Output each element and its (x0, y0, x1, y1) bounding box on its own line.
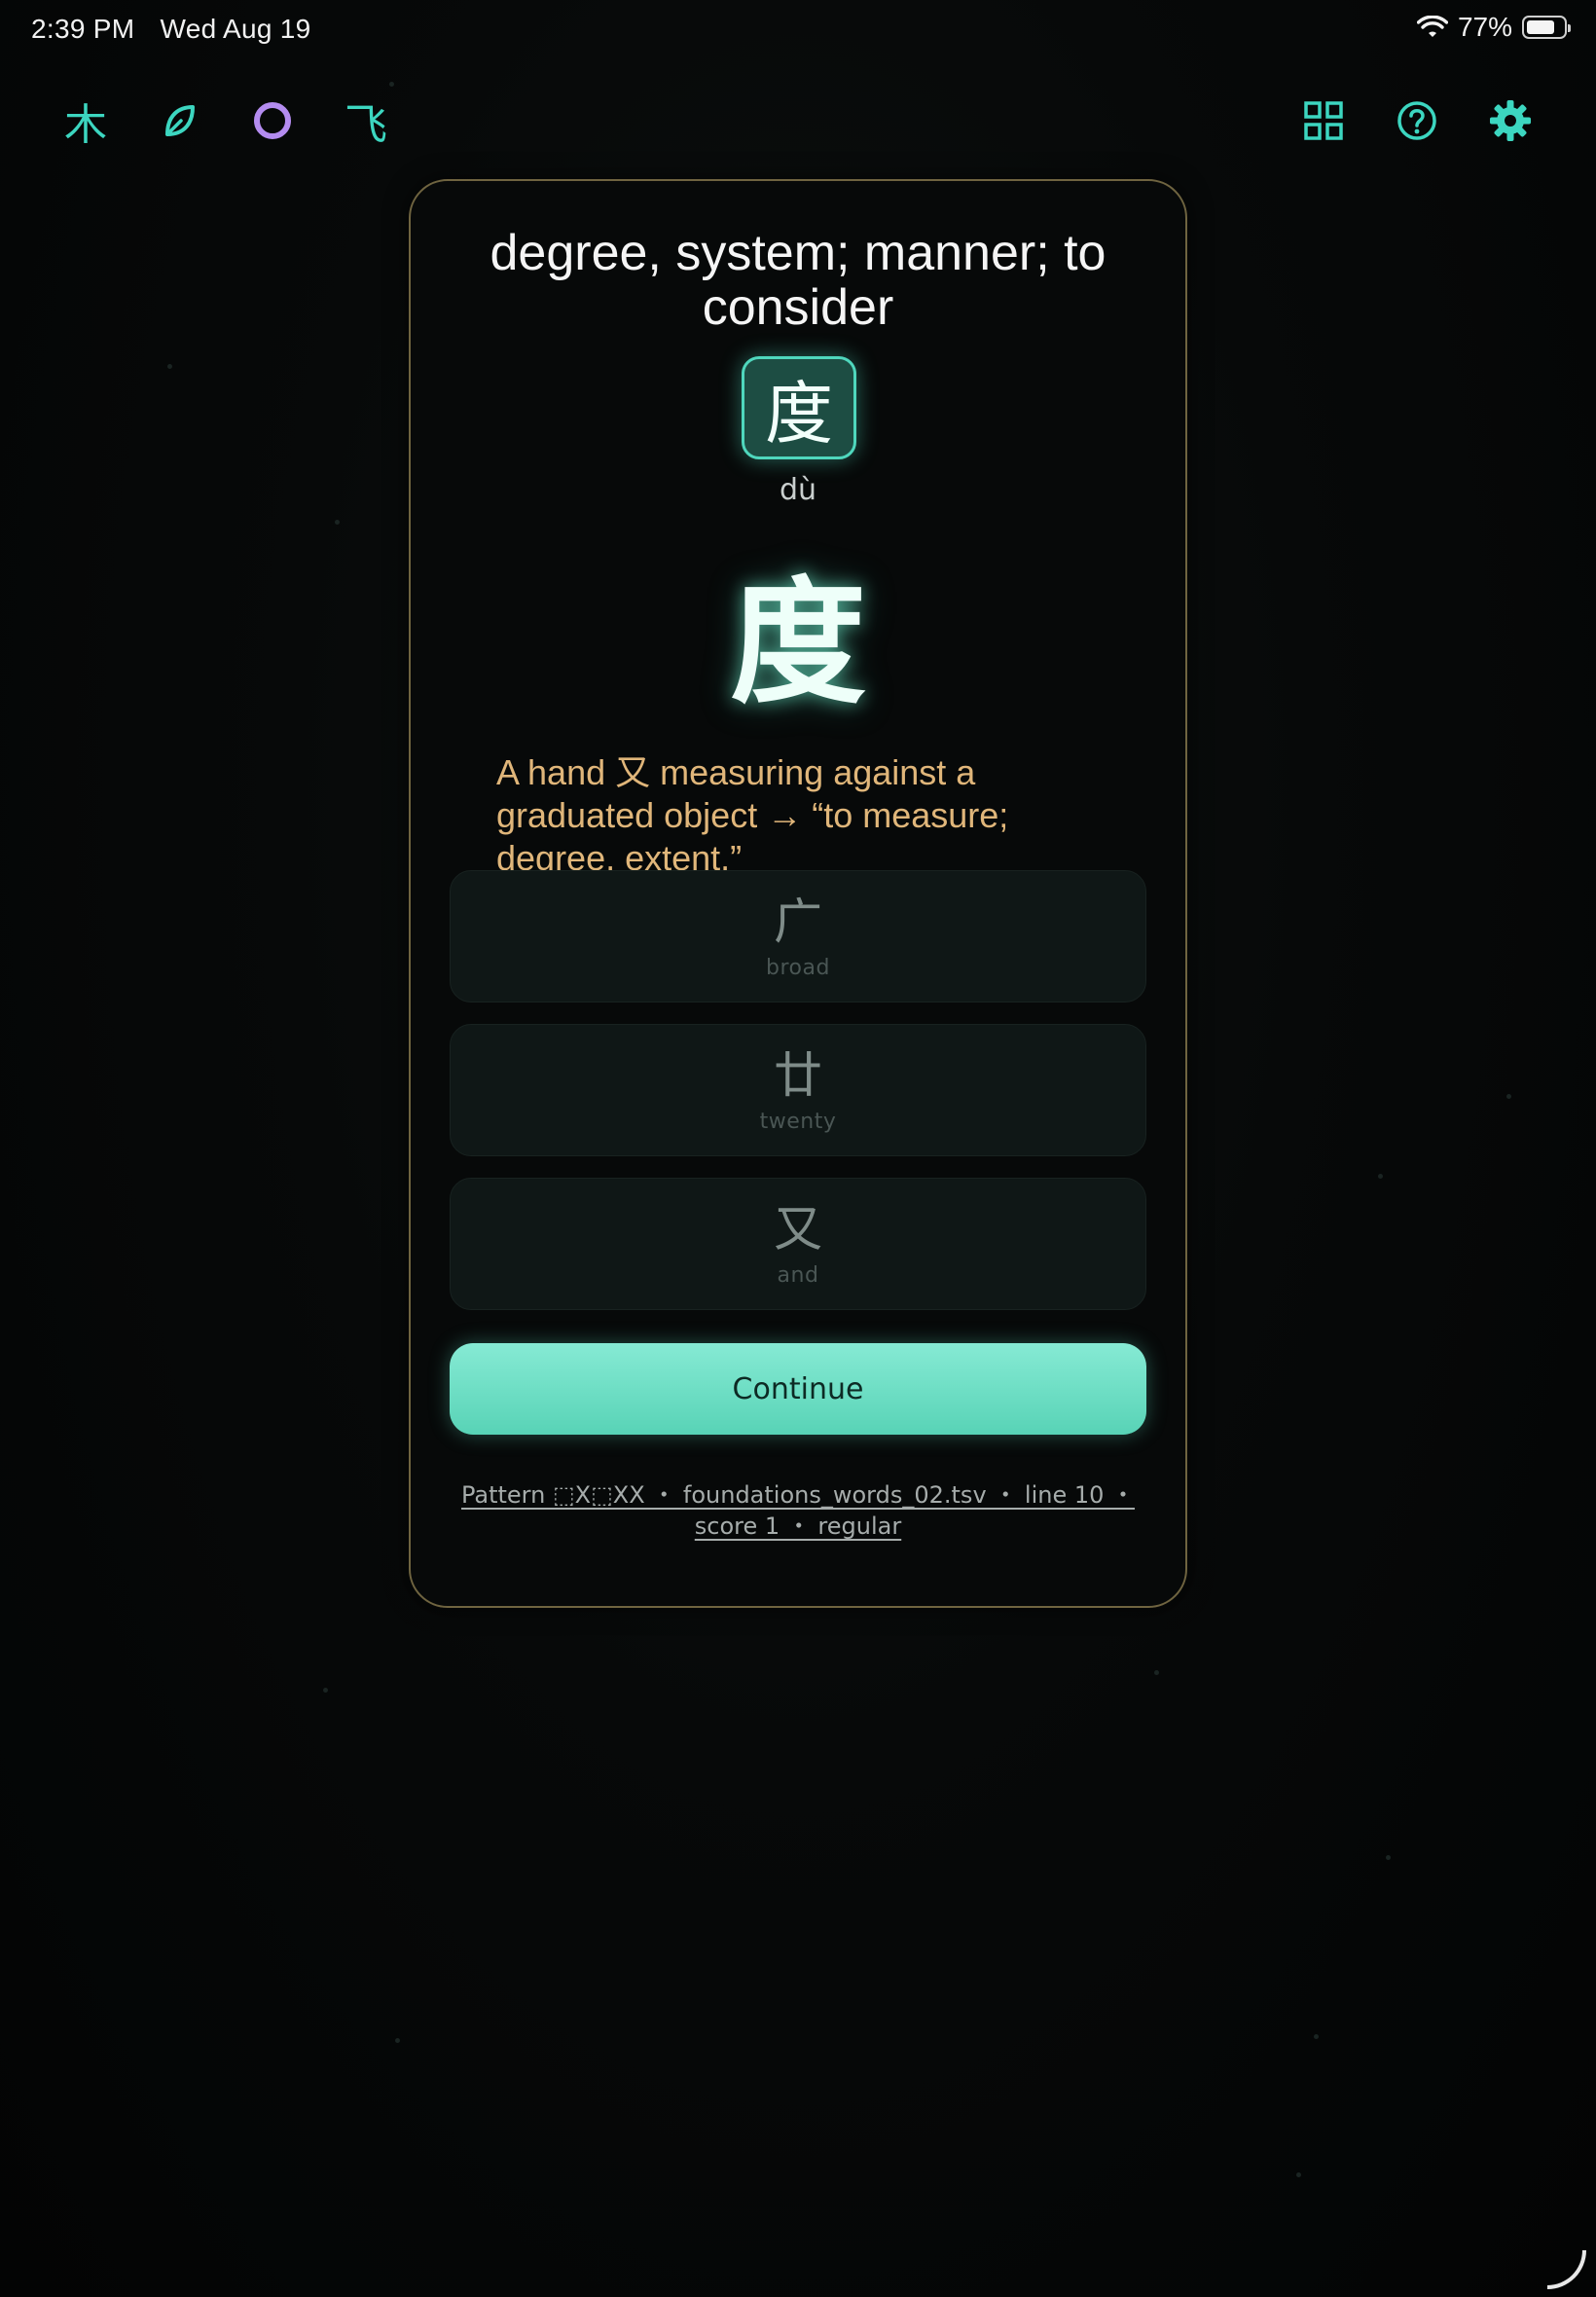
status-bar-right: 77% (1416, 12, 1571, 43)
status-bar-left: 2:39 PM Wed Aug 19 (31, 14, 329, 45)
etymology-explanation: A hand 又 measuring against a graduated o… (496, 752, 1009, 878)
component-option-twenty[interactable]: 廿 twenty (450, 1024, 1146, 1156)
flashcard: degree, system; manner; to consider 度 dù… (409, 179, 1187, 1608)
battery-percent: 77% (1457, 12, 1512, 42)
battery-level (1527, 20, 1554, 34)
option-gloss: broad (766, 955, 830, 980)
continue-button[interactable]: Continue (450, 1343, 1146, 1435)
background-dot (1314, 2034, 1319, 2039)
status-time: 2:39 PM (31, 14, 135, 44)
option-character: 又 (774, 1200, 822, 1258)
leaf-icon[interactable] (150, 91, 208, 150)
character-tile[interactable]: 度 (742, 356, 856, 459)
grid-shape (1304, 101, 1343, 140)
metadata-line-1[interactable]: Pattern ⬚X⬚XX ・ foundations_words_02.tsv… (461, 1481, 1135, 1509)
large-character: 度 (729, 565, 866, 723)
background-dot (1296, 2172, 1301, 2177)
background-dot (1378, 1174, 1383, 1179)
gear-icon[interactable] (1481, 91, 1540, 150)
screen: 2:39 PM Wed Aug 19 77% 木 飞 degree, syste… (0, 0, 1596, 2297)
help-icon[interactable] (1388, 91, 1446, 150)
grid-icon[interactable] (1294, 91, 1353, 150)
circle-shape (254, 102, 291, 139)
option-character: 广 (774, 893, 822, 950)
background-dot (1506, 1094, 1511, 1099)
card-metadata: Pattern ⬚X⬚XX ・ foundations_words_02.tsv… (450, 1479, 1146, 1542)
metadata-line-2[interactable]: score 1 ・ regular (695, 1513, 901, 1540)
wifi-icon (1416, 16, 1448, 37)
background-dot (323, 1688, 328, 1693)
background-dot (389, 82, 394, 87)
component-option-broad[interactable]: 广 broad (450, 870, 1146, 1003)
status-date: Wed Aug 19 (160, 14, 311, 44)
meaning-title: degree, system; manner; to consider (490, 225, 1106, 336)
background-dot (167, 364, 172, 369)
option-gloss: twenty (759, 1109, 837, 1134)
tree-icon[interactable]: 木 (56, 91, 115, 150)
option-gloss: and (777, 1262, 819, 1288)
circle-icon[interactable] (243, 91, 302, 150)
background-dot (1154, 1670, 1159, 1675)
pinyin-label: dù (779, 473, 817, 507)
background-dot (1386, 1855, 1391, 1860)
battery-icon (1522, 16, 1571, 39)
leaf-shape (165, 105, 195, 136)
gear-shape (1490, 100, 1531, 141)
fly-icon[interactable]: 飞 (337, 91, 395, 150)
corner-indicator (1547, 2250, 1586, 2289)
component-option-and[interactable]: 又 and (450, 1178, 1146, 1310)
background-dot (395, 2038, 400, 2043)
help-shape (1397, 101, 1436, 140)
option-character: 廿 (774, 1046, 822, 1104)
background-dot (335, 520, 340, 525)
